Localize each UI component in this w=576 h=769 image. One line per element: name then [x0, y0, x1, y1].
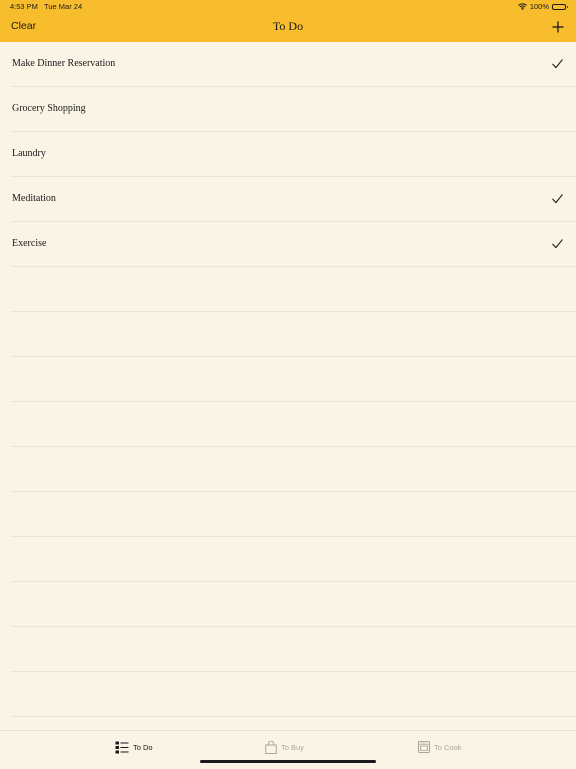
- todo-label: Laundry: [12, 148, 46, 159]
- tab-bar: To Do To Buy To Cook: [0, 730, 576, 769]
- status-indicators: 100%: [517, 1, 568, 12]
- tab-to-cook[interactable]: To Cook: [418, 740, 462, 754]
- todo-label: Meditation: [12, 193, 56, 204]
- battery-percent: 100%: [529, 2, 549, 11]
- todo-label: Grocery Shopping: [12, 103, 86, 114]
- home-indicator[interactable]: [200, 760, 376, 763]
- todo-row[interactable]: Make Dinner Reservation: [0, 42, 576, 87]
- battery-icon: [552, 3, 568, 10]
- empty-row[interactable]: [0, 582, 576, 627]
- status-time-date: 4:53 PM Tue Mar 24: [10, 2, 83, 11]
- todo-row[interactable]: Grocery Shopping: [0, 87, 576, 132]
- checkmark-icon[interactable]: [552, 59, 563, 69]
- shopping-bag-icon: [265, 740, 277, 754]
- navigation-bar: 4:53 PM Tue Mar 24 100% Clear To Do: [0, 0, 576, 42]
- empty-row[interactable]: [0, 492, 576, 537]
- todo-row[interactable]: Meditation: [0, 177, 576, 222]
- empty-row[interactable]: [0, 267, 576, 312]
- empty-row[interactable]: [0, 357, 576, 402]
- todo-list: Make Dinner Reservation Grocery Shopping…: [0, 42, 576, 717]
- plus-icon: [552, 21, 564, 33]
- todo-row[interactable]: Exercise: [0, 222, 576, 267]
- empty-row[interactable]: [0, 447, 576, 492]
- todo-label: Make Dinner Reservation: [12, 58, 116, 69]
- page-title: To Do: [272, 19, 304, 33]
- tab-label: To Buy: [281, 742, 304, 752]
- checkmark-icon[interactable]: [552, 104, 563, 114]
- empty-row[interactable]: [0, 402, 576, 447]
- todo-label: Exercise: [12, 238, 47, 249]
- tab-to-buy[interactable]: To Buy: [265, 740, 304, 754]
- add-item-button[interactable]: [552, 21, 564, 33]
- empty-row[interactable]: [0, 312, 576, 357]
- todo-row[interactable]: Laundry: [0, 132, 576, 177]
- wifi-icon: [517, 3, 527, 10]
- tab-label: To Cook: [434, 742, 462, 752]
- checkmark-icon[interactable]: [552, 239, 563, 249]
- empty-row[interactable]: [0, 537, 576, 582]
- empty-row[interactable]: [0, 672, 576, 717]
- checkmark-icon[interactable]: [552, 149, 563, 159]
- checkmark-icon[interactable]: [552, 194, 563, 204]
- empty-row[interactable]: [0, 627, 576, 672]
- tab-label: To Do: [133, 742, 153, 752]
- tab-to-do[interactable]: To Do: [115, 740, 153, 754]
- oven-icon: [418, 741, 430, 753]
- list-icon: [115, 741, 129, 753]
